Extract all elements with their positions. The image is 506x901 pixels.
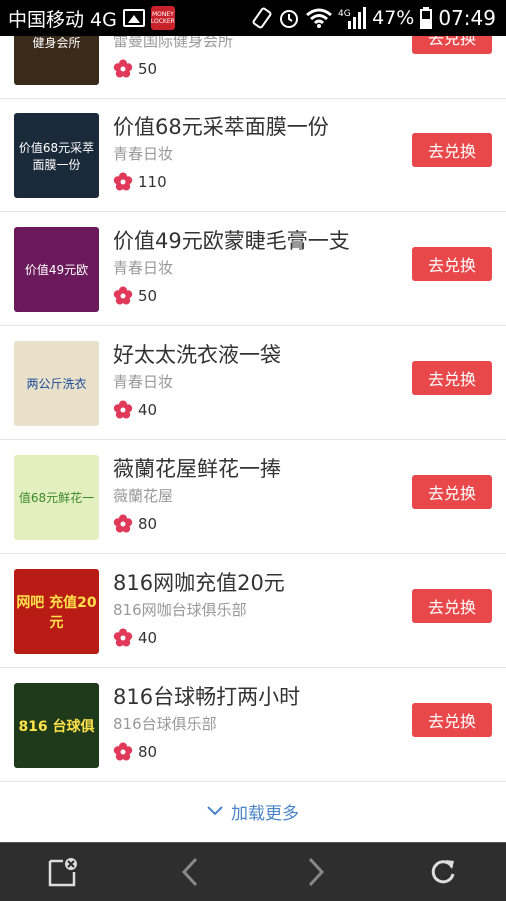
item-points: 40 xyxy=(113,400,157,420)
item-points: 110 xyxy=(113,172,167,192)
item-shop: 816网咖台球俱乐部 xyxy=(113,601,247,619)
carrier-label: 中国移动 4G xyxy=(8,8,117,31)
item-title: 薇蘭花屋鲜花一捧 xyxy=(113,457,281,481)
rotate-icon xyxy=(252,7,272,29)
flower-icon xyxy=(113,628,133,647)
alarm-icon xyxy=(278,7,300,29)
item-shop: 816台球俱乐部 xyxy=(113,715,217,733)
redeem-button[interactable]: 去兑换 xyxy=(412,475,492,509)
points-value: 80 xyxy=(138,515,158,533)
item-thumbnail[interactable]: 值68元鲜花一 xyxy=(14,455,99,540)
flower-icon xyxy=(113,286,133,305)
flower-icon xyxy=(113,59,133,78)
redeem-button[interactable]: 去兑换 xyxy=(412,589,492,623)
reward-list[interactable]: 健身会所 雷曼国际健身会所 50 去兑换 价值68元采萃面膜一份 价值68元采萃… xyxy=(0,36,506,842)
redeem-button[interactable]: 去兑换 xyxy=(412,133,492,167)
item-thumbnail[interactable]: 816 台球俱 xyxy=(14,683,99,768)
chevron-down-icon xyxy=(207,806,223,816)
list-item[interactable]: 816 台球俱 816台球畅打两小时 816台球俱乐部 80 去兑换 xyxy=(0,669,506,782)
gallery-notification-icon xyxy=(122,9,145,27)
redeem-button[interactable]: 去兑换 xyxy=(412,36,492,54)
item-shop: 青春日妆 xyxy=(113,259,174,277)
browser-nav-bar xyxy=(0,842,506,901)
item-thumbnail[interactable]: 价值49元欧 xyxy=(14,227,99,312)
clock: 07:49 xyxy=(438,6,496,30)
points-value: 40 xyxy=(138,629,158,647)
money-locker-app-icon: MONEY LOCKER xyxy=(150,6,175,30)
close-tab-icon[interactable] xyxy=(33,843,93,901)
points-value: 110 xyxy=(138,173,167,191)
item-title: 816网咖充值20元 xyxy=(113,571,285,595)
flower-icon xyxy=(113,172,133,191)
list-item[interactable]: 值68元鲜花一 薇蘭花屋鲜花一捧 薇蘭花屋 80 去兑换 xyxy=(0,441,506,554)
points-value: 50 xyxy=(138,60,158,78)
item-thumbnail[interactable]: 健身会所 xyxy=(14,36,99,85)
item-points: 40 xyxy=(113,628,157,648)
back-arrow-icon[interactable] xyxy=(160,843,220,901)
item-points: 50 xyxy=(113,286,157,306)
item-shop: 青春日妆 xyxy=(113,145,174,163)
redeem-button[interactable]: 去兑换 xyxy=(412,361,492,395)
list-item[interactable]: 价值49元欧 价值49元欧蒙睫毛膏一支 青春日妆 50 去兑换 xyxy=(0,213,506,326)
signal-icon: 4G xyxy=(338,7,367,29)
points-value: 50 xyxy=(138,287,158,305)
points-value: 80 xyxy=(138,743,158,761)
item-title: 好太太洗衣液一袋 xyxy=(113,343,281,367)
item-title: 价值49元欧蒙睫毛膏一支 xyxy=(113,229,350,253)
battery-icon xyxy=(420,7,433,29)
redeem-button[interactable]: 去兑换 xyxy=(412,703,492,737)
flower-icon xyxy=(113,742,133,761)
points-value: 40 xyxy=(138,401,158,419)
flower-icon xyxy=(113,400,133,419)
load-more-button[interactable]: 加载更多 xyxy=(0,780,506,842)
network-type-label: 4G xyxy=(338,9,351,19)
wifi-icon xyxy=(306,8,333,28)
item-title: 价值68元采萃面膜一份 xyxy=(113,115,329,139)
item-shop: 薇蘭花屋 xyxy=(113,487,174,505)
item-thumbnail[interactable]: 两公斤洗衣 xyxy=(14,341,99,426)
item-title: 816台球畅打两小时 xyxy=(113,685,301,709)
item-points: 80 xyxy=(113,514,157,534)
refresh-icon[interactable] xyxy=(413,843,473,901)
list-item[interactable]: 价值68元采萃面膜一份 价值68元采萃面膜一份 青春日妆 110 去兑换 xyxy=(0,99,506,212)
item-shop: 青春日妆 xyxy=(113,373,174,391)
list-item[interactable]: 两公斤洗衣 好太太洗衣液一袋 青春日妆 40 去兑换 xyxy=(0,327,506,440)
list-item[interactable]: 健身会所 雷曼国际健身会所 50 去兑换 xyxy=(0,36,506,99)
battery-percent: 47% xyxy=(372,7,415,29)
list-item[interactable]: 网吧 充值20元 816网咖充值20元 816网咖台球俱乐部 40 去兑换 xyxy=(0,555,506,668)
item-thumbnail[interactable]: 价值68元采萃面膜一份 xyxy=(14,113,99,198)
forward-arrow-icon[interactable] xyxy=(286,843,346,901)
load-more-label: 加载更多 xyxy=(231,803,299,824)
item-points: 50 xyxy=(113,59,157,79)
item-points: 80 xyxy=(113,742,157,762)
redeem-button[interactable]: 去兑换 xyxy=(412,247,492,281)
flower-icon xyxy=(113,514,133,533)
item-thumbnail[interactable]: 网吧 充值20元 xyxy=(14,569,99,654)
item-shop: 雷曼国际健身会所 xyxy=(113,36,234,50)
status-bar: 中国移动 4G MONEY LOCKER 4G 47% 07:49 xyxy=(0,0,506,36)
